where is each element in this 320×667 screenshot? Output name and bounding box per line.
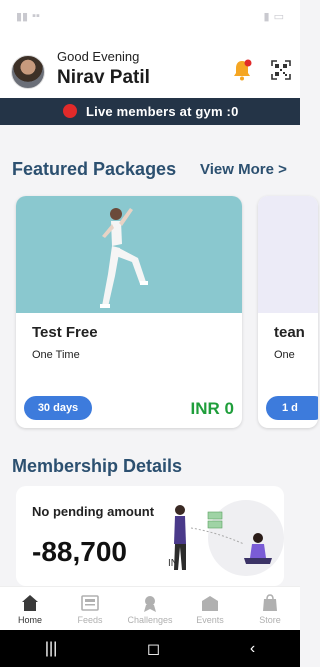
status-left: ▮▮ ▪▪ bbox=[16, 10, 40, 23]
store-icon bbox=[263, 593, 277, 611]
featured-packages-title: Featured Packages bbox=[12, 159, 177, 179]
package-image bbox=[16, 196, 242, 313]
view-more-link[interactable]: View More > bbox=[200, 161, 287, 178]
status-signal-icon: ▮ bbox=[263, 10, 270, 23]
status-time-icon: ▮▮ bbox=[16, 10, 29, 23]
back-icon[interactable]: ‹ bbox=[250, 640, 255, 658]
pending-amount-text: No pending amount bbox=[32, 504, 155, 519]
challenges-icon bbox=[144, 595, 156, 612]
duration-badge: 30 days bbox=[24, 396, 92, 420]
home-icon bbox=[22, 594, 38, 611]
nav-item-challenges[interactable]: Challenges bbox=[120, 587, 180, 630]
nav-item-feeds[interactable]: Feeds bbox=[60, 587, 120, 630]
status-battery-icon: ▭ bbox=[273, 10, 284, 23]
package-image bbox=[258, 196, 318, 313]
feeds-icon bbox=[81, 594, 99, 611]
greeting-text: Good Evening bbox=[57, 49, 140, 64]
athlete-illustration bbox=[100, 208, 148, 308]
recent-apps-icon[interactable]: ||| bbox=[45, 640, 57, 658]
events-icon bbox=[202, 595, 218, 611]
payment-illustration bbox=[174, 500, 284, 576]
nav-item-events[interactable]: Events bbox=[180, 587, 240, 630]
live-members-bar: Live members at gym :0 bbox=[0, 98, 300, 125]
home-button-icon[interactable]: ◻ bbox=[147, 639, 160, 659]
package-card[interactable]: tean One 1 d bbox=[258, 196, 318, 428]
nav-label-feeds: Feeds bbox=[77, 614, 103, 625]
membership-details-title: Membership Details bbox=[12, 456, 183, 476]
nav-item-store[interactable]: Store bbox=[240, 587, 300, 630]
nav-item-home[interactable]: Home bbox=[0, 587, 60, 630]
status-notification-icon: ▪▪ bbox=[32, 9, 40, 22]
nav-label-store: Store bbox=[259, 614, 281, 625]
nav-label-events: Events bbox=[196, 614, 224, 625]
package-subtitle: One bbox=[274, 349, 295, 361]
status-right: ▮ ▭ bbox=[264, 10, 284, 23]
avatar[interactable] bbox=[11, 55, 45, 89]
duration-badge: 1 d bbox=[266, 396, 318, 420]
package-title: tean bbox=[274, 324, 305, 341]
nav-label-home: Home bbox=[17, 614, 42, 625]
app-header: Good Evening Nirav Patil bbox=[0, 32, 300, 98]
notification-bell-icon[interactable] bbox=[232, 59, 252, 81]
membership-card[interactable]: No pending amount -88,700 IN bbox=[16, 486, 284, 586]
package-card[interactable]: Test Free One Time 30 days INR 0 bbox=[16, 196, 242, 428]
balance-amount: -88,700 bbox=[32, 536, 127, 567]
live-indicator-icon bbox=[63, 104, 77, 118]
package-price: INR 0 bbox=[190, 399, 234, 418]
status-bar: ▮▮ ▪▪ ▮ ▭ bbox=[0, 0, 300, 32]
package-subtitle: One Time bbox=[32, 349, 80, 361]
nav-label-challenges: Challenges bbox=[127, 614, 173, 625]
bottom-navigation: Home Feeds Challenges Events Store bbox=[0, 586, 300, 630]
qr-scan-icon[interactable] bbox=[271, 60, 291, 80]
user-name: Nirav Patil bbox=[57, 67, 150, 88]
live-members-text: Live members at gym :0 bbox=[86, 104, 239, 119]
system-navigation-bar: ||| ◻ ‹ bbox=[0, 630, 300, 667]
package-title: Test Free bbox=[32, 324, 98, 341]
